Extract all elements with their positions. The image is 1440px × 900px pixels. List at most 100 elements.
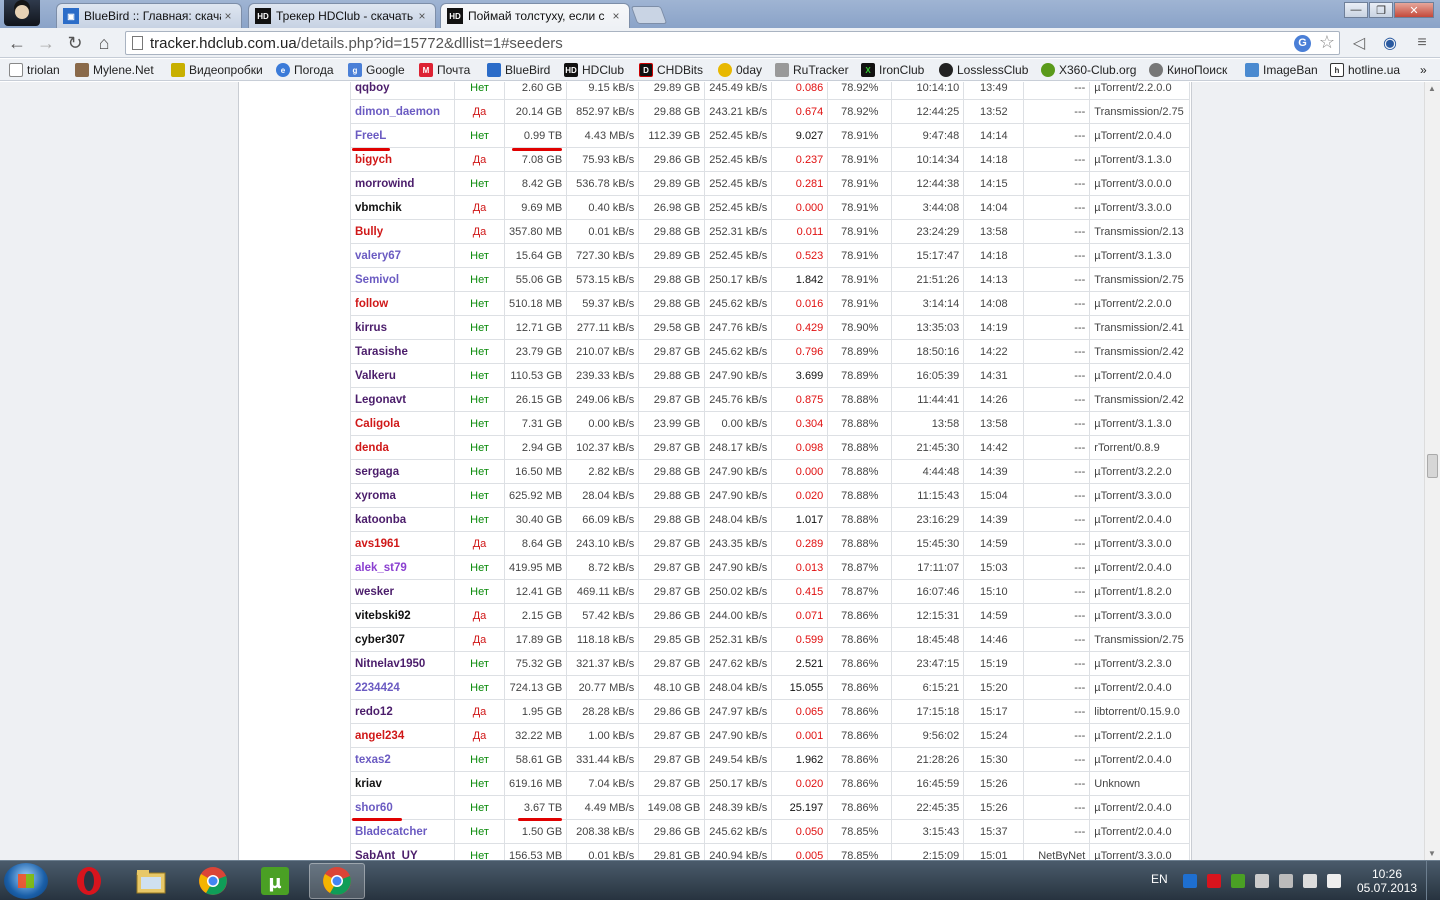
peer-name-cell[interactable]: kriav (350, 771, 455, 796)
file-explorer-icon[interactable] (123, 863, 179, 899)
seeder-flag-cell: Нет (454, 819, 505, 844)
forward-icon[interactable]: → (34, 32, 58, 54)
peer-name-cell[interactable]: bigych (350, 147, 455, 172)
close-tab-icon[interactable]: × (415, 9, 429, 23)
client-name-cell: µTorrent/2.0.4.0 (1089, 363, 1191, 388)
peer-name-cell[interactable]: sergaga (350, 459, 455, 484)
profile-avatar-icon[interactable] (4, 0, 40, 26)
peer-name-cell[interactable]: vbmchik (350, 195, 455, 220)
peer-name-cell[interactable]: wesker (350, 579, 455, 604)
peer-name-cell[interactable]: shor60 (350, 795, 455, 820)
bookmark-hotline[interactable]: h hotline.ua (1330, 62, 1400, 78)
bookmark-0day[interactable]: 0day (718, 62, 762, 78)
peer-name-cell[interactable]: 2234424 (350, 675, 455, 700)
system-clock[interactable]: 10:26 05.07.2013 (1356, 867, 1418, 895)
start-button[interactable] (4, 863, 48, 899)
close-tab-icon[interactable]: × (609, 9, 623, 23)
peer-name-cell[interactable]: redo12 (350, 699, 455, 724)
peer-name-cell[interactable]: Valkeru (350, 363, 455, 388)
tab-hdclub[interactable]: HD Трекер HDClub - скачать × (248, 3, 436, 28)
bookmark-pogoda[interactable]: e Погода (276, 62, 334, 78)
antivirus-icon[interactable] (1207, 874, 1221, 888)
bookmark-mylene[interactable]: Mylene.Net (75, 62, 154, 78)
peer-name-cell[interactable]: Bully (350, 219, 455, 244)
usb-icon[interactable] (1279, 874, 1293, 888)
menu-icon[interactable]: ≡ (1411, 33, 1433, 53)
bookmark-rutracker[interactable]: RuTracker (775, 62, 849, 78)
bookmark-kinopoisk[interactable]: КиноПоиск (1149, 62, 1227, 78)
speaker-icon[interactable]: ◁ (1348, 33, 1370, 53)
peer-name-cell[interactable]: valery67 (350, 243, 455, 268)
bookmark-star-icon[interactable]: ☆ (1319, 32, 1335, 53)
bookmarks-overflow-button[interactable]: » (1420, 62, 1427, 78)
vertical-scrollbar[interactable]: ▲ ▼ (1424, 82, 1440, 860)
maximize-button[interactable]: ❐ (1369, 2, 1393, 18)
bookmark-ironclub[interactable]: X IronClub (861, 62, 924, 78)
bookmark-imageban[interactable]: ImageBan (1245, 62, 1318, 78)
chrome-icon[interactable] (185, 863, 241, 899)
chrome-icon[interactable] (309, 863, 365, 899)
volume-icon[interactable] (1327, 874, 1341, 888)
bookmark-hdclub[interactable]: HD HDClub (564, 62, 624, 78)
peer-name-cell[interactable]: vitebski92 (350, 603, 455, 628)
upload-rate-cell: 321.37 kB/s (566, 651, 640, 676)
bookmark-bluebird[interactable]: BlueBird (487, 62, 550, 78)
peer-name-cell[interactable]: angel234 (350, 723, 455, 748)
utorrent-tray-icon[interactable] (1231, 874, 1245, 888)
bookmark-google[interactable]: g Google (348, 62, 405, 78)
bookmark-pochta[interactable]: M Почта (419, 62, 470, 78)
network-icon[interactable] (1303, 874, 1317, 888)
ratio-cell: 0.050 (771, 819, 829, 844)
show-desktop-button[interactable] (1426, 861, 1440, 900)
globe-icon[interactable]: ◉ (1379, 33, 1401, 53)
minimize-button[interactable]: — (1344, 2, 1368, 18)
bookmark-losslessclub[interactable]: LosslessClub (939, 62, 1028, 78)
peer-name-cell[interactable]: qqboy (350, 82, 455, 100)
peer-name-cell[interactable]: SabAnt_UY (350, 843, 455, 860)
peer-name-cell[interactable]: morrowind (350, 171, 455, 196)
close-tab-icon[interactable]: × (221, 9, 235, 23)
peer-name-cell[interactable]: cyber307 (350, 627, 455, 652)
peer-name-cell[interactable]: texas2 (350, 747, 455, 772)
scroll-up-icon[interactable]: ▲ (1428, 84, 1436, 93)
bookmark-videoprobki[interactable]: Видеопробки (171, 62, 263, 78)
back-icon[interactable]: ← (5, 32, 29, 54)
peer-name-cell[interactable]: Caligola (350, 411, 455, 436)
seeder-flag-cell: Нет (454, 435, 505, 460)
peer-name-cell[interactable]: alek_st79 (350, 555, 455, 580)
peer-name-cell[interactable]: Nitnelav1950 (350, 651, 455, 676)
peer-name-cell[interactable]: Tarasishe (350, 339, 455, 364)
peer-name-cell[interactable]: Bladecatcher (350, 819, 455, 844)
reload-icon[interactable]: ↻ (63, 32, 87, 54)
google-search-icon[interactable]: G (1294, 35, 1311, 52)
peer-name-cell[interactable]: avs1961 (350, 531, 455, 556)
peer-name-cell[interactable]: denda (350, 435, 455, 460)
peer-ip-cell: --- (1023, 99, 1091, 124)
peer-name-cell[interactable]: kirrus (350, 315, 455, 340)
upload-rate-cell: 469.11 kB/s (566, 579, 640, 604)
scroll-down-icon[interactable]: ▼ (1428, 849, 1436, 858)
peer-name-cell[interactable]: dimon_daemon (350, 99, 455, 124)
bookmark-triolan[interactable]: triolan (9, 62, 60, 78)
shield-icon[interactable] (1183, 874, 1197, 888)
tab-active[interactable]: HD Поймай толстуху, если с × (440, 3, 630, 28)
bookmark-x360[interactable]: X360-Club.org (1041, 62, 1136, 78)
language-indicator[interactable]: EN (1151, 872, 1168, 886)
peer-name-cell[interactable]: xyroma (350, 483, 455, 508)
peer-name-cell[interactable]: Semivol (350, 267, 455, 292)
peer-name-cell[interactable]: katoonba (350, 507, 455, 532)
utorrent-icon[interactable]: µ (247, 863, 303, 899)
bookmark-chdbits[interactable]: D CHDBits (639, 62, 703, 78)
peer-name-cell[interactable]: FreeL (350, 123, 455, 148)
address-bar[interactable]: tracker.hdclub.com.ua/details.php?id=157… (125, 31, 1340, 55)
scrollbar-thumb[interactable] (1427, 454, 1438, 478)
peer-name-cell[interactable]: follow (350, 291, 455, 316)
close-window-button[interactable]: ✕ (1394, 2, 1434, 18)
action-center-icon[interactable] (1255, 874, 1269, 888)
opera-icon[interactable] (61, 863, 117, 899)
peer-name-cell[interactable]: Legonavt (350, 387, 455, 412)
new-tab-button[interactable] (630, 6, 668, 24)
home-icon[interactable]: ⌂ (92, 32, 116, 54)
tab-bluebird[interactable]: ▣ BlueBird :: Главная: скача × (56, 3, 242, 28)
uploaded-cell: 58.61 GB (503, 747, 568, 772)
